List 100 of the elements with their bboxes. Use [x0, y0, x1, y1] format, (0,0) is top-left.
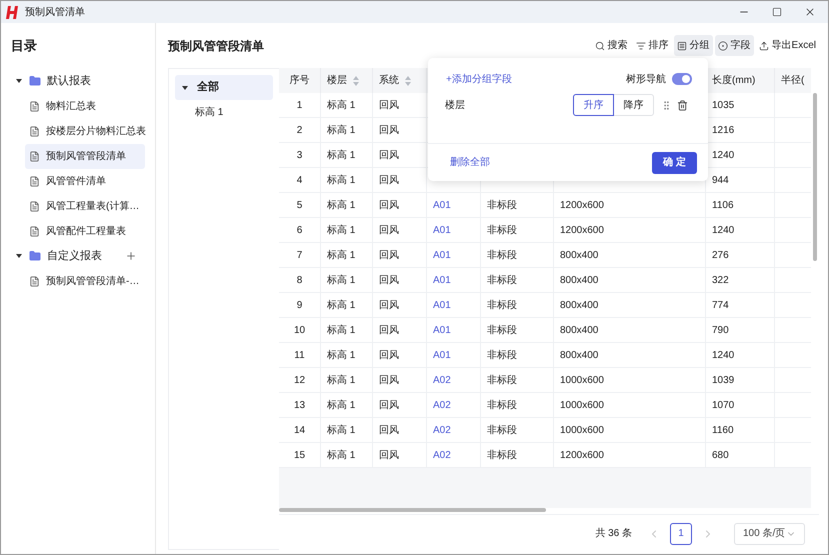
table-cell-text: 非标段: [486, 198, 517, 212]
sidebar-item[interactable]: 风管工程量表(计算…: [25, 194, 145, 218]
table-cell-text: 标高 1: [326, 298, 356, 312]
toolbar-button[interactable]: 排序: [632, 35, 672, 56]
table-link[interactable]: A01: [427, 198, 451, 212]
table-cell-text: 1035: [711, 98, 734, 112]
table-cell-text: 回风: [378, 374, 399, 388]
column-header: 系统: [379, 74, 399, 88]
toolbar-button[interactable]: 字段: [714, 35, 754, 56]
page-button[interactable]: 1: [670, 522, 692, 544]
table-cell-text: 标高 1: [326, 124, 356, 138]
table-cell-text: 10: [292, 324, 306, 338]
table-cell-text: 标高 1: [326, 424, 356, 438]
table-cell-text: 790: [711, 324, 729, 338]
tree-node[interactable]: 全部: [175, 75, 273, 100]
table-cell-text: 标高 1: [326, 248, 356, 262]
add-group-field-link[interactable]: +添加分组字段: [446, 72, 512, 86]
table-cell-text: 非标段: [486, 348, 517, 362]
table-link[interactable]: A02: [427, 372, 451, 388]
table-cell-text: 标高 1: [326, 348, 356, 362]
table-link[interactable]: A01: [427, 272, 451, 288]
column-header: 序号: [290, 74, 310, 88]
table-cell-text: 非标段: [486, 424, 517, 438]
table-cell-text: 1200x600: [559, 224, 604, 238]
table-cell-text: 15: [292, 448, 306, 462]
logo-icon: [6, 6, 20, 18]
document-icon: [29, 200, 40, 212]
table-cell-text: 1200x600: [559, 198, 604, 212]
sidebar-item[interactable]: 按楼层分片物料汇总表: [25, 118, 145, 144]
table-link[interactable]: A02: [427, 448, 451, 462]
table-link[interactable]: A01: [427, 298, 451, 312]
column-header: 半径(: [781, 74, 804, 88]
search-icon: [594, 40, 605, 50]
trash-icon[interactable]: [677, 100, 688, 110]
group-label[interactable]: 自定义报表: [47, 248, 102, 264]
table-link[interactable]: A01: [427, 348, 451, 362]
report-title: 预制风管管段清单: [168, 38, 264, 54]
table-link[interactable]: A02: [427, 398, 451, 412]
table-link[interactable]: A01: [427, 322, 451, 338]
upload-icon: [758, 40, 769, 50]
horizontal-scrollbar[interactable]: [279, 508, 546, 512]
table-cell-text: 非标段: [486, 224, 517, 238]
table-cell-text: 322: [711, 274, 729, 288]
sidebar-item[interactable]: 风管配件工程量表: [25, 218, 145, 244]
table-cell-text: 标高 1: [326, 374, 356, 388]
list-icon: [676, 40, 687, 50]
column-header: 楼层: [327, 74, 347, 88]
table-cell-text: 非标段: [486, 248, 517, 262]
tree-nav-switch[interactable]: [672, 73, 692, 85]
table-cell-text: 回风: [378, 148, 399, 162]
total-count: 共 36 条: [595, 526, 632, 541]
table-cell-text: 1160: [711, 424, 734, 438]
delete-all-link[interactable]: 删除全部: [450, 155, 490, 170]
table-cell-text: 11: [293, 348, 306, 362]
sort-order-button[interactable]: 升序: [573, 94, 614, 116]
table-link[interactable]: A01: [427, 248, 451, 262]
table-cell-text: 800x400: [559, 274, 598, 288]
tree-node[interactable]: 标高 1: [175, 100, 273, 125]
table-cell-text: 回风: [378, 448, 399, 462]
toolbar-button[interactable]: 导出Excel: [756, 35, 819, 56]
table-link[interactable]: A01: [427, 222, 451, 238]
close-icon[interactable]: [804, 6, 816, 18]
sort-order-button[interactable]: 降序: [613, 94, 654, 116]
field-label: 楼层: [445, 98, 465, 112]
add-icon[interactable]: [125, 250, 137, 262]
caret-icon[interactable]: [15, 77, 23, 85]
column-header: 长度(mm): [712, 74, 756, 88]
toolbar-button[interactable]: 分组: [674, 35, 713, 56]
table-cell-text: 680: [711, 448, 729, 462]
sidebar-item[interactable]: 预制风管管段清单-…: [25, 268, 145, 294]
table-cell-text: 14: [292, 424, 306, 438]
folder-icon: [29, 75, 41, 87]
table-cell-text: 标高 1: [326, 398, 356, 412]
table-cell-text: 2: [296, 124, 304, 138]
vertical-scrollbar[interactable]: [813, 93, 817, 261]
table-cell-text: 回风: [378, 424, 399, 438]
table-cell-text: 6: [296, 224, 304, 238]
table-cell-text: 标高 1: [326, 198, 356, 212]
toolbar-button[interactable]: 搜索: [592, 35, 631, 56]
table-cell-text: 回风: [378, 298, 399, 312]
table-cell-text: 非标段: [486, 448, 517, 462]
sidebar-item[interactable]: 预制风管管段清单: [25, 144, 145, 168]
sidebar-heading: 目录: [11, 37, 37, 55]
table-cell-text: 非标段: [486, 374, 517, 388]
table-cell-text: 1240: [711, 348, 734, 362]
table-cell-text: 1240: [711, 224, 734, 238]
table-link[interactable]: A02: [427, 422, 451, 438]
caret-icon[interactable]: [15, 252, 23, 260]
table-cell-text: 800x400: [559, 248, 598, 262]
sidebar-item[interactable]: 物料汇总表: [25, 94, 145, 118]
caret-icon[interactable]: [181, 84, 189, 92]
drag-handle-icon[interactable]: [661, 100, 672, 110]
table-cell-text: 8: [296, 274, 304, 288]
page-size-select[interactable]: 100 条/页: [734, 522, 805, 544]
confirm-button[interactable]: 确 定: [652, 152, 697, 174]
table-cell-text: 1000x600: [559, 374, 604, 388]
table-cell-text: 1: [296, 98, 304, 112]
sidebar-item[interactable]: 风管管件清单: [25, 168, 145, 194]
maximize-icon[interactable]: [772, 7, 782, 17]
group-label[interactable]: 默认报表: [47, 72, 91, 90]
